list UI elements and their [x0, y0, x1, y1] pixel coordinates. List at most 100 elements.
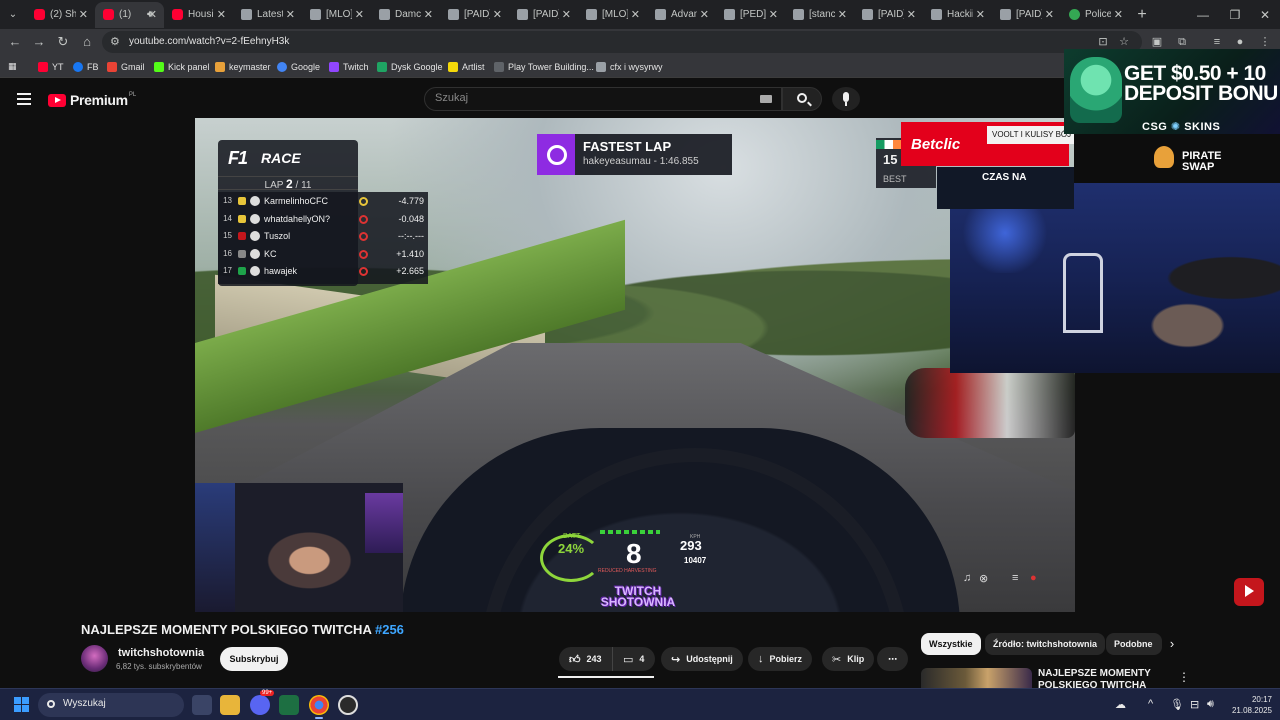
browser-tab[interactable]: (2) Sh ✕ [26, 2, 95, 28]
taskbar-search[interactable] [38, 693, 184, 717]
tab-close-icon[interactable]: ✕ [631, 8, 640, 21]
clip-button[interactable]: ✂ Klip [822, 647, 875, 671]
browser-menu-icon[interactable]: ⋮ [1257, 34, 1273, 50]
bookmark-kick-panel[interactable]: Kick panel [154, 59, 210, 74]
hashtag-link[interactable]: #256 [375, 622, 404, 637]
subscribe-watermark-icon[interactable] [1234, 578, 1264, 606]
tab-close-icon[interactable]: ✕ [1045, 8, 1054, 21]
menu-hamburger-icon[interactable] [17, 93, 31, 105]
tab-close-icon[interactable]: ✕ [217, 8, 226, 21]
tab-close-icon[interactable]: ✕ [838, 8, 847, 21]
browser-tab[interactable]: [MLO] ✕ [578, 2, 647, 28]
forward-arrow-icon[interactable]: → [30, 33, 48, 51]
keyboard-icon[interactable] [760, 95, 772, 103]
bookmark-google-drive[interactable]: Dysk Google [377, 59, 443, 74]
youtube-premium-logo[interactable]: Premium PL [48, 92, 136, 108]
apps-grid-icon[interactable]: ▦ [8, 59, 17, 74]
minimize-icon[interactable]: — [1188, 0, 1218, 29]
browser-tab[interactable]: Latest ✕ [233, 2, 302, 28]
volume-icon[interactable]: 🔊︎ [1207, 698, 1214, 711]
tab-search-chevron-icon[interactable]: ⌄ [0, 2, 26, 28]
browser-tab[interactable]: [PAID] ✕ [992, 2, 1061, 28]
browser-tab[interactable]: [PAID] ✕ [854, 2, 923, 28]
tab-close-icon[interactable]: ✕ [424, 8, 433, 21]
bookmark-play-tower[interactable]: Play Tower Building... [494, 59, 594, 74]
browser-tab[interactable]: (1) 🔊︎ ✕ [95, 1, 164, 28]
browser-tab[interactable]: [MLO] ✕ [302, 2, 371, 28]
taskbar-search-input[interactable] [63, 698, 178, 709]
channel-avatar[interactable] [81, 645, 108, 672]
search-input[interactable] [435, 92, 755, 104]
browser-tab[interactable]: Police ✕ [1061, 2, 1130, 28]
tab-close-icon[interactable]: ✕ [700, 8, 709, 21]
pirateswap-ad-banner[interactable]: PIRATE SWAP [1074, 134, 1280, 183]
browser-tab[interactable]: Damc ✕ [371, 2, 440, 28]
browser-tab[interactable]: [PED] ✕ [716, 2, 785, 28]
excel-icon[interactable] [279, 695, 299, 715]
back-arrow-icon[interactable]: ← [6, 33, 24, 51]
dislike-button[interactable]: ▭ 4 [612, 647, 655, 671]
close-window-icon[interactable]: ✕ [1250, 0, 1280, 29]
tab-close-icon[interactable]: ✕ [148, 8, 157, 21]
bookmark-twitch[interactable]: Twitch [329, 59, 369, 74]
more-actions-button[interactable]: ⋯ [877, 647, 908, 671]
weather-cloud-icon[interactable]: ☁ [1115, 698, 1126, 711]
microphone-tray-icon[interactable]: 🎙︎ [1170, 698, 1184, 711]
task-view-icon[interactable] [192, 695, 212, 715]
install-app-icon[interactable]: ⊡ [1095, 34, 1111, 50]
bookmark-google[interactable]: Google [277, 59, 320, 74]
obs-icon[interactable] [338, 695, 358, 715]
extensions-puzzle-icon[interactable]: ⧉ [1174, 34, 1190, 50]
recommended-thumbnail[interactable] [921, 668, 1032, 690]
tab-close-icon[interactable]: ✕ [907, 8, 916, 21]
clock[interactable]: 20:17 21.08.2025 [1228, 694, 1272, 716]
bookmark-gmail[interactable]: Gmail [107, 59, 145, 74]
chip-source-channel[interactable]: Źródło: twitchshotownia [985, 633, 1105, 655]
tab-close-icon[interactable]: ✕ [79, 8, 88, 21]
site-info-icon[interactable]: ⚙ [110, 35, 120, 48]
chrome-icon[interactable] [309, 695, 329, 719]
more-vert-icon[interactable]: ⋮ [1178, 670, 1190, 684]
tab-close-icon[interactable]: ✕ [769, 8, 778, 21]
tab-close-icon[interactable]: ✕ [976, 8, 985, 21]
tab-close-icon[interactable]: ✕ [286, 8, 295, 21]
bookmark-artlist[interactable]: Artlist [448, 59, 485, 74]
network-icon[interactable]: ⊟ [1190, 698, 1199, 711]
home-icon[interactable]: ⌂ [78, 33, 96, 51]
windows-start-icon[interactable] [14, 697, 29, 712]
like-button[interactable]: 👍︎ 243 [559, 647, 612, 671]
search-button[interactable] [782, 87, 822, 111]
browser-tab[interactable]: Advan ✕ [647, 2, 716, 28]
bookmark-keymaster[interactable]: keymaster [215, 59, 271, 74]
profile-avatar[interactable]: ● [1232, 34, 1248, 50]
recommended-title[interactable]: NAJLEPSZE MOMENTY POLSKIEGO TWITCHA #258 [1038, 668, 1168, 690]
browser-tab[interactable]: [PAID] ✕ [440, 2, 509, 28]
bookmark-yt[interactable]: YT [38, 59, 64, 74]
restore-icon[interactable]: ❐ [1220, 0, 1250, 29]
chevron-right-icon[interactable]: › [1164, 636, 1180, 652]
csgskins-ad-banner[interactable]: GET $0.50 + 10 DEPOSIT BONU CSG ✺ SKINS [1064, 49, 1280, 134]
bookmark-fb[interactable]: FB [73, 59, 99, 74]
share-button[interactable]: ↪ Udostępnij [661, 647, 743, 671]
chip-all[interactable]: Wszystkie [921, 633, 981, 655]
browser-tab[interactable]: [stanc ✕ [785, 2, 854, 28]
browser-tab[interactable]: [PAID] ✕ [509, 2, 578, 28]
bookmark-cfx[interactable]: cfx i wysyrwy [596, 59, 663, 74]
tray-expand-icon[interactable]: ^ [1148, 698, 1153, 710]
browser-tab[interactable]: Hackii ✕ [923, 2, 992, 28]
file-explorer-icon[interactable] [220, 695, 240, 715]
tab-close-icon[interactable]: ✕ [355, 8, 364, 21]
discord-icon[interactable]: 99+ [250, 690, 275, 715]
reading-list-icon[interactable]: ≡ [1209, 34, 1225, 50]
tab-close-icon[interactable]: ✕ [493, 8, 502, 21]
subscribe-button[interactable]: Subskrybuj [220, 647, 288, 671]
channel-name[interactable]: twitchshotownia [118, 647, 204, 659]
tab-close-icon[interactable]: ✕ [1114, 8, 1123, 21]
browser-tab[interactable]: Housi ✕ [164, 2, 233, 28]
voice-search-button[interactable] [832, 87, 860, 111]
reload-icon[interactable]: ↻ [54, 33, 72, 51]
bookmark-star-icon[interactable]: ☆ [1116, 34, 1132, 50]
tab-close-icon[interactable]: ✕ [562, 8, 571, 21]
new-tab-plus-icon[interactable]: + [1130, 6, 1154, 24]
download-button[interactable]: ↓ Pobierz [748, 647, 813, 671]
